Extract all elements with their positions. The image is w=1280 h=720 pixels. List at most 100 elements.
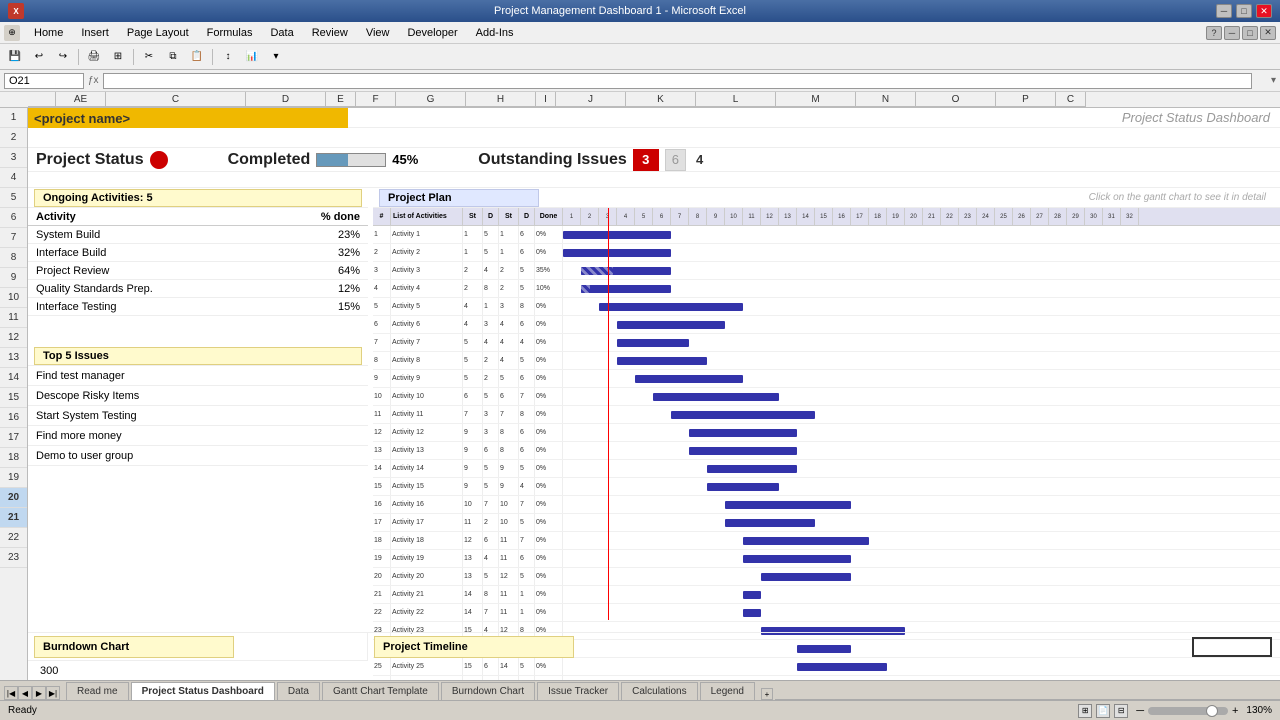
menu-page-layout[interactable]: Page Layout [119, 25, 197, 41]
menu-add-ins[interactable]: Add-Ins [468, 25, 522, 41]
more-button[interactable]: ▾ [265, 47, 287, 67]
row-15[interactable]: 15 [0, 388, 27, 408]
row-13[interactable]: 13 [0, 348, 27, 368]
col-header-e[interactable]: E [326, 92, 356, 107]
row-12[interactable]: 12 [0, 328, 27, 348]
print-preview-button[interactable]: 🖨 [83, 47, 105, 67]
col-header-p[interactable]: P [996, 92, 1056, 107]
row-7[interactable]: 7 [0, 228, 27, 248]
row-14[interactable]: 14 [0, 368, 27, 388]
col-header-l[interactable]: L [696, 92, 776, 107]
tab-read-me[interactable]: Read me [66, 682, 129, 700]
selection-box [1192, 637, 1272, 657]
row-11[interactable]: 11 [0, 308, 27, 328]
zoom-out-button[interactable]: ─ [1136, 705, 1144, 717]
row-18[interactable]: 18 [0, 448, 27, 468]
gantt-row: 19Activity 191341160% [373, 550, 1280, 568]
menu-insert[interactable]: Insert [73, 25, 117, 41]
close-button[interactable]: ✕ [1256, 4, 1272, 18]
row-2[interactable]: 2 [0, 128, 27, 148]
redo-button[interactable]: ↪ [52, 47, 74, 67]
gantt-row: 4Activity 4282510% [373, 280, 1280, 298]
row-9[interactable]: 9 [0, 268, 27, 288]
menu-data[interactable]: Data [262, 25, 301, 41]
sheet-nav-prev[interactable]: ◀ [18, 686, 32, 700]
col-header-k[interactable]: K [626, 92, 696, 107]
cut-button[interactable]: ✂ [138, 47, 160, 67]
col-header-d[interactable]: D [246, 92, 326, 107]
tab-issue-tracker[interactable]: Issue Tracker [537, 682, 619, 700]
row-6[interactable]: 6 [0, 208, 27, 228]
col-header-f[interactable]: F [356, 92, 396, 107]
formula-input[interactable] [103, 73, 1252, 89]
copy-button[interactable]: ⧉ [162, 47, 184, 67]
project-name-cell[interactable]: <project name> [28, 108, 348, 128]
row-22[interactable]: 22 [0, 528, 27, 548]
cell-reference-input[interactable] [4, 73, 84, 89]
minimize-button[interactable]: ─ [1216, 4, 1232, 18]
sheet-nav-first[interactable]: |◀ [4, 686, 18, 700]
ribbon-close-button[interactable]: ✕ [1260, 26, 1276, 40]
tab-calculations[interactable]: Calculations [621, 682, 697, 700]
sheet-nav-next[interactable]: ▶ [32, 686, 46, 700]
row-1[interactable]: 1 [0, 108, 27, 128]
ribbon-restore-button[interactable]: □ [1242, 26, 1258, 40]
normal-view-button[interactable]: ⊞ [1078, 704, 1092, 718]
row-21[interactable]: 21 [0, 508, 27, 528]
row-3[interactable]: 3 [0, 148, 27, 168]
ribbon-minimize-button[interactable]: ─ [1224, 26, 1240, 40]
undo-button[interactable]: ↩ [28, 47, 50, 67]
menu-review[interactable]: Review [304, 25, 356, 41]
col-header-j[interactable]: J [556, 92, 626, 107]
row-16[interactable]: 16 [0, 408, 27, 428]
tab-burndown-chart[interactable]: Burndown Chart [441, 682, 535, 700]
issue-item: Find more money [28, 426, 368, 446]
chart-button[interactable]: 📊 [241, 47, 263, 67]
tab-gantt-chart-template[interactable]: Gantt Chart Template [322, 682, 439, 700]
zoom-level[interactable]: 130% [1246, 705, 1272, 716]
col-header-n[interactable]: N [856, 92, 916, 107]
menu-developer[interactable]: Developer [399, 25, 465, 41]
restore-button[interactable]: □ [1236, 4, 1252, 18]
issues-medium: 6 [665, 149, 686, 171]
sort-asc-button[interactable]: ↕ [217, 47, 239, 67]
menu-view[interactable]: View [358, 25, 398, 41]
sheet-nav-last[interactable]: ▶| [46, 686, 60, 700]
tab-project-status-dashboard[interactable]: Project Status Dashboard [131, 682, 275, 700]
borders-button[interactable]: ⊞ [107, 47, 129, 67]
col-header-i[interactable]: I [536, 92, 556, 107]
row-10[interactable]: 10 [0, 288, 27, 308]
row-8[interactable]: 8 [0, 248, 27, 268]
menu-home[interactable]: Home [26, 25, 71, 41]
zoom-slider[interactable] [1148, 707, 1228, 715]
row-23[interactable]: 23 [0, 548, 27, 568]
ongoing-activities-box: Ongoing Activities: 5 [34, 189, 362, 207]
row-20[interactable]: 20 [0, 488, 27, 508]
col-header-m[interactable]: M [776, 92, 856, 107]
project-status-dashboard-title: Project Status Dashboard [1122, 110, 1270, 125]
row-17[interactable]: 17 [0, 428, 27, 448]
activity-row: Quality Standards Prep.12% [28, 280, 368, 298]
row-19[interactable]: 19 [0, 468, 27, 488]
menu-formulas[interactable]: Formulas [199, 25, 261, 41]
completed-label: Completed [228, 151, 311, 169]
ribbon-help-button[interactable]: ? [1206, 26, 1222, 40]
main-content: <project name> Project Status Dashboard … [28, 108, 1280, 680]
tab-data[interactable]: Data [277, 682, 320, 700]
col-header-ae[interactable]: AE [56, 92, 106, 107]
tab-legend[interactable]: Legend [700, 682, 755, 700]
col-header-h[interactable]: H [466, 92, 536, 107]
page-break-view-button[interactable]: ⊟ [1114, 704, 1128, 718]
save-button[interactable]: 💾 [4, 47, 26, 67]
row-4[interactable]: 4 [0, 168, 27, 188]
col-header-o[interactable]: O [916, 92, 996, 107]
new-sheet-button[interactable]: + [761, 688, 773, 700]
col-header-g[interactable]: G [396, 92, 466, 107]
zoom-in-button[interactable]: + [1232, 705, 1238, 717]
col-header-c2[interactable]: C [1056, 92, 1086, 107]
page-layout-view-button[interactable]: 📄 [1096, 704, 1110, 718]
col-header-c[interactable]: C [106, 92, 246, 107]
expand-formula-icon[interactable]: ▾ [1256, 75, 1276, 86]
paste-button[interactable]: 📋 [186, 47, 208, 67]
row-5[interactable]: 5 [0, 188, 27, 208]
